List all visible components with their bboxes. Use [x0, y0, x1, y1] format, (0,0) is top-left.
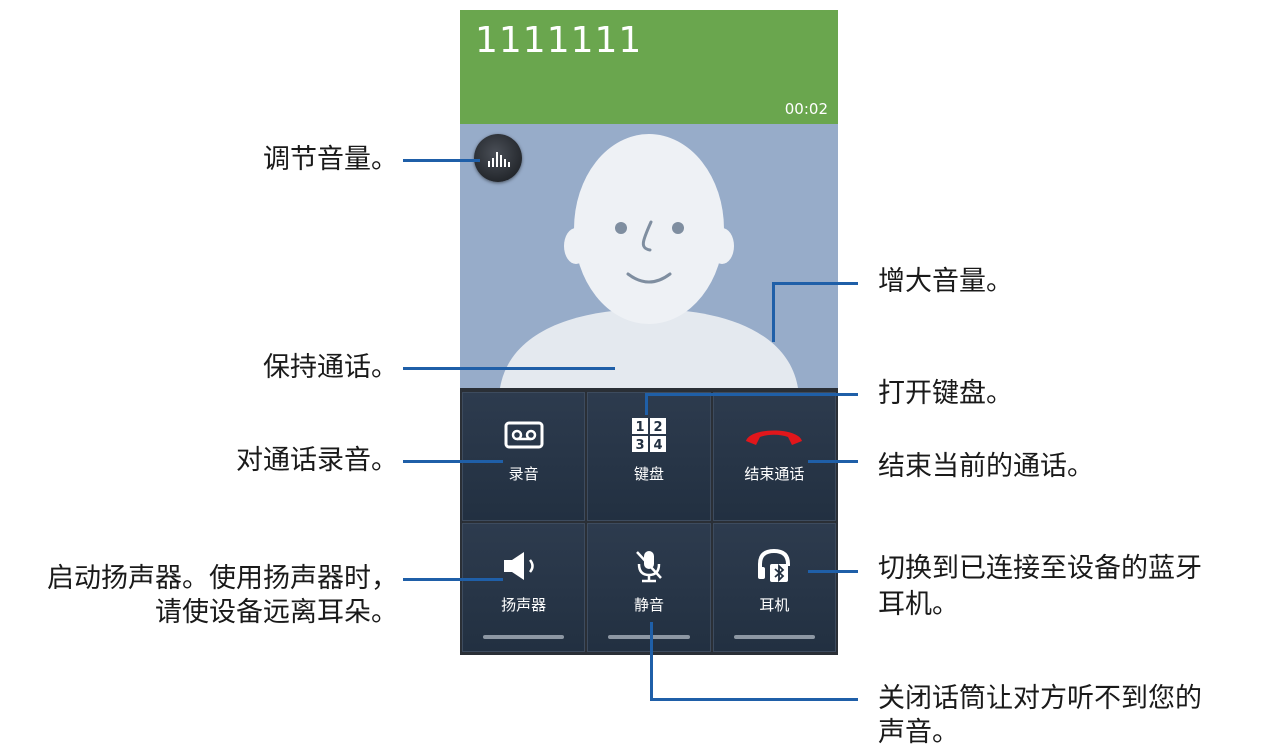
- call-header: 1111111 00:02: [460, 10, 838, 124]
- leader-hold: [403, 367, 615, 370]
- speaker-button[interactable]: 扬声器: [462, 523, 586, 652]
- leader-record: [403, 460, 503, 463]
- callout-boost: 增大音量。: [878, 266, 1013, 297]
- mute-indicator: [608, 635, 690, 639]
- end-call-label: 结束通话: [744, 465, 805, 483]
- leader-boost-h: [772, 282, 858, 285]
- caller-number: 1111111: [475, 20, 643, 61]
- volume-equalizer-button[interactable]: [474, 134, 522, 182]
- callout-speaker-line2: 请使设备远离耳朵。: [155, 597, 398, 628]
- callout-end-call: 结束当前的通话。: [878, 451, 1094, 482]
- svg-text:1: 1: [635, 420, 644, 435]
- callout-bluetooth-line1: 切换到已连接至设备的蓝牙: [878, 553, 1202, 584]
- cassette-record-icon: [504, 421, 544, 449]
- mute-label: 静音: [633, 596, 664, 614]
- leader-boost-v: [772, 282, 775, 342]
- keypad-button[interactable]: 1 2 3 4 键盘: [587, 392, 711, 521]
- svg-text:3: 3: [635, 438, 644, 453]
- leader-volume: [403, 159, 480, 162]
- callout-volume: 调节音量。: [263, 144, 398, 175]
- bluetooth-indicator: [733, 635, 815, 639]
- leader-bluetooth: [808, 570, 858, 573]
- leader-mute-v: [650, 622, 653, 700]
- record-button[interactable]: 录音: [462, 392, 586, 521]
- mute-button[interactable]: 静音: [587, 523, 711, 652]
- equalizer-icon: [488, 152, 510, 167]
- end-call-icon: [746, 430, 803, 445]
- speaker-label: 扬声器: [501, 596, 547, 614]
- call-screen: 1111111 00:02 录音 1 2 3 4 键盘 结束通话 扬声器 静音 …: [460, 10, 838, 655]
- leader-keypad-h: [645, 393, 858, 396]
- leader-end-call: [808, 460, 858, 463]
- callout-mute-line2: 声音。: [878, 717, 959, 748]
- callout-speaker-line1: 启动扬声器。使用扬声器时，: [47, 563, 398, 594]
- end-call-button[interactable]: 结束通话: [712, 392, 836, 521]
- speaker-indicator: [483, 635, 565, 639]
- caller-photo: 保持: [460, 124, 838, 388]
- bluetooth-headset-label: 耳机: [759, 596, 790, 614]
- svg-text:2: 2: [653, 420, 662, 435]
- callout-mute-line1: 关闭话筒让对方听不到您的: [878, 683, 1202, 714]
- call-controls-grid: 录音 1 2 3 4 键盘 结束通话 扬声器 静音 耳机: [462, 392, 836, 652]
- callout-bluetooth-line2: 耳机。: [878, 589, 959, 620]
- record-label: 录音: [508, 465, 539, 483]
- bluetooth-headset-icon: [758, 548, 791, 583]
- leader-keypad-v: [645, 393, 648, 415]
- keypad-icon: 1 2 3 4: [631, 418, 666, 453]
- svg-text:4: 4: [653, 438, 662, 453]
- call-timer: 00:02: [784, 100, 828, 118]
- bluetooth-headset-button[interactable]: 耳机: [712, 523, 836, 652]
- callout-keypad: 打开键盘。: [878, 378, 1013, 409]
- mic-mute-icon: [636, 551, 662, 583]
- leader-speaker: [403, 578, 503, 581]
- leader-mute-h: [650, 698, 858, 701]
- keypad-label: 键盘: [633, 465, 664, 483]
- speaker-icon: [503, 552, 534, 580]
- callout-hold: 保持通话。: [263, 352, 398, 383]
- callout-record: 对通话录音。: [236, 445, 398, 476]
